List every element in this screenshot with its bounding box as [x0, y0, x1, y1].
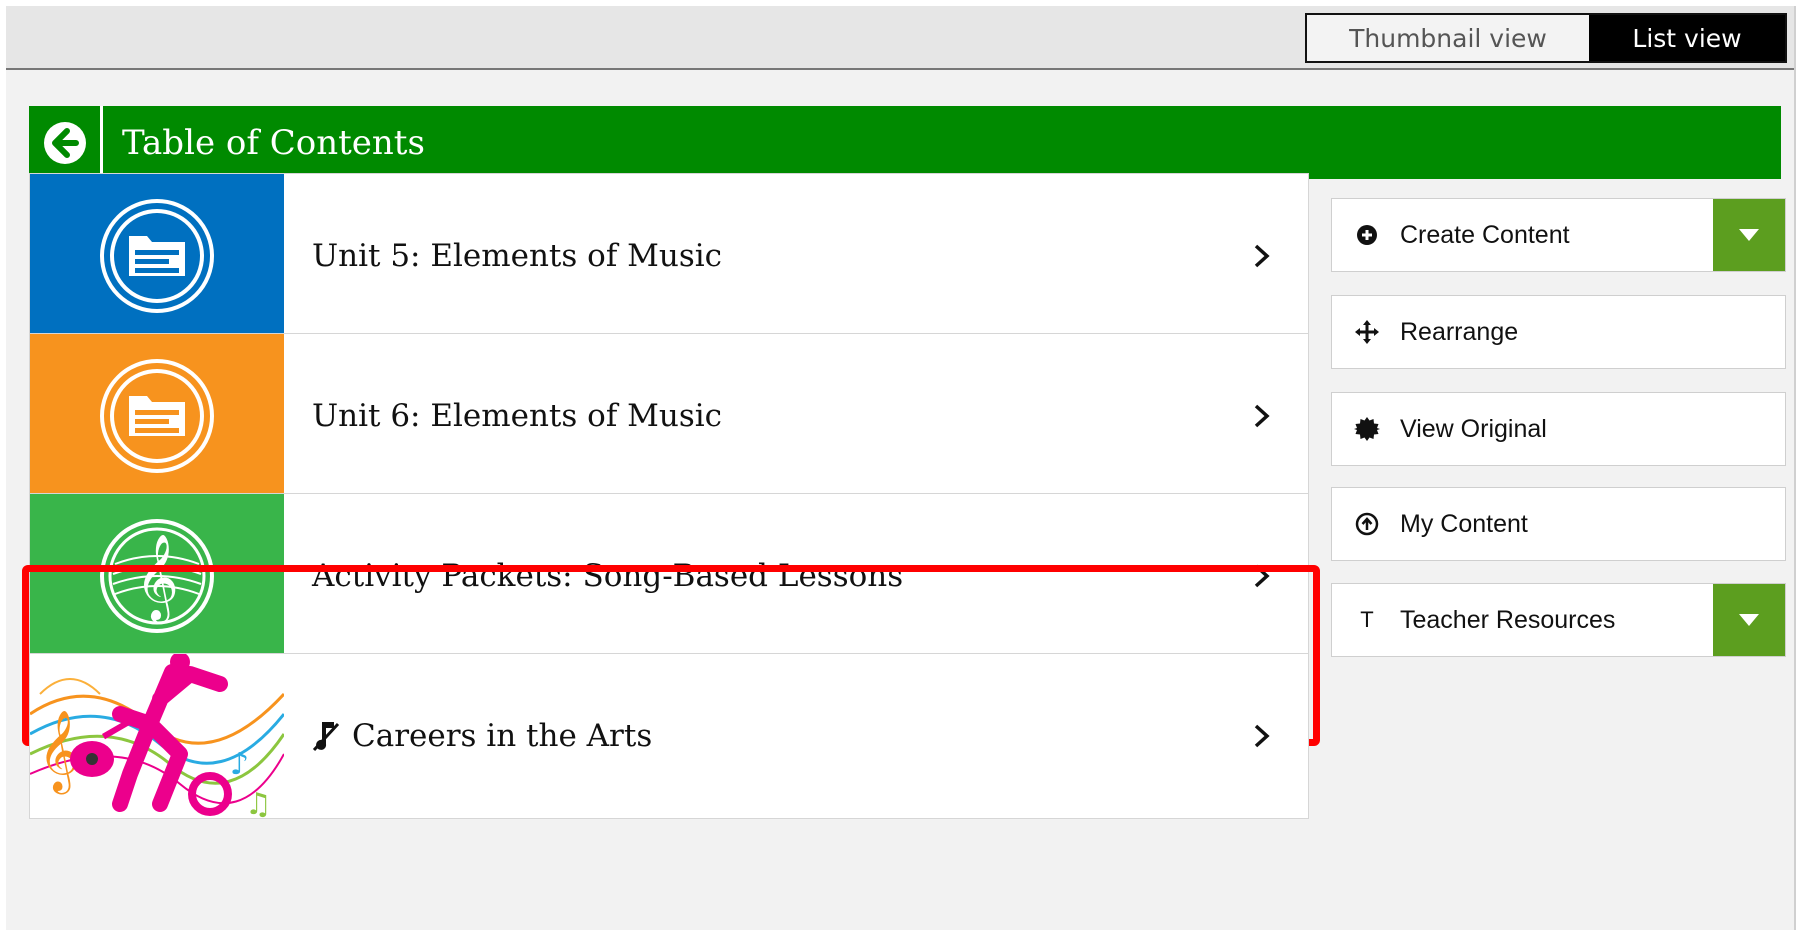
toc-item-activity-packets[interactable]: 𝄞 Activity Packets: Song-Based Lessons	[29, 493, 1309, 659]
view-toggle: Thumbnail view List view	[1305, 13, 1787, 63]
badge-icon	[1352, 416, 1382, 442]
svg-text:♫: ♫	[245, 787, 272, 818]
folder-icon	[100, 359, 214, 473]
svg-text:𝄞: 𝄞	[135, 534, 179, 624]
teacher-resources-button[interactable]: T Teacher Resources	[1331, 583, 1786, 657]
page-title: Table of Contents	[122, 122, 425, 163]
move-arrows-icon	[1352, 319, 1382, 345]
chevron-right-icon	[1242, 243, 1282, 269]
item-label: Unit 5: Elements of Music	[312, 238, 723, 274]
item-label: Unit 6: Elements of Music	[312, 398, 723, 434]
item-label: Activity Packets: Song-Based Lessons	[312, 558, 904, 594]
plus-circle-icon	[1352, 224, 1382, 246]
toc-item-unit-6[interactable]: Unit 6: Elements of Music	[29, 333, 1309, 499]
caret-down-icon	[1739, 229, 1759, 241]
music-note-icon	[312, 722, 340, 752]
chevron-right-icon	[1242, 723, 1282, 749]
toc-item-unit-5[interactable]: Unit 5: Elements of Music	[29, 173, 1309, 339]
item-thumbnail: 𝄞 ♪ ♫	[30, 654, 284, 818]
top-bar: Thumbnail view List view	[6, 6, 1794, 70]
my-content-button[interactable]: My Content	[1331, 487, 1786, 561]
thumbnail-view-button[interactable]: Thumbnail view	[1307, 15, 1589, 61]
text-t-icon: T	[1360, 607, 1374, 632]
view-original-button[interactable]: View Original	[1331, 392, 1786, 466]
dancer-music-image: 𝄞 ♪ ♫	[30, 654, 284, 818]
app-window: Thumbnail view List view Table of Conten…	[6, 6, 1796, 930]
treble-clef-icon: 𝄞	[100, 519, 214, 633]
toc-header: Table of Contents	[29, 106, 1781, 179]
item-thumbnail	[30, 334, 284, 498]
svg-text:♪: ♪	[230, 747, 249, 782]
item-thumbnail	[30, 174, 284, 338]
teacher-resources-dropdown[interactable]	[1713, 584, 1785, 656]
folder-icon	[100, 199, 214, 313]
back-arrow-icon	[43, 121, 86, 164]
toc-item-careers-in-the-arts[interactable]: 𝄞 ♪ ♫ Careers in the Arts	[29, 653, 1309, 819]
list-view-button[interactable]: List view	[1589, 15, 1785, 61]
caret-down-icon	[1739, 614, 1759, 626]
create-content-dropdown[interactable]	[1713, 199, 1785, 271]
chevron-right-icon	[1242, 403, 1282, 429]
item-label: Careers in the Arts	[312, 718, 1242, 754]
back-button[interactable]	[29, 106, 103, 179]
rearrange-button[interactable]: Rearrange	[1331, 295, 1786, 369]
item-thumbnail: 𝄞	[30, 494, 284, 658]
upload-circle-icon	[1352, 512, 1382, 536]
chevron-right-icon	[1242, 563, 1282, 589]
create-content-button[interactable]: Create Content	[1331, 198, 1786, 272]
